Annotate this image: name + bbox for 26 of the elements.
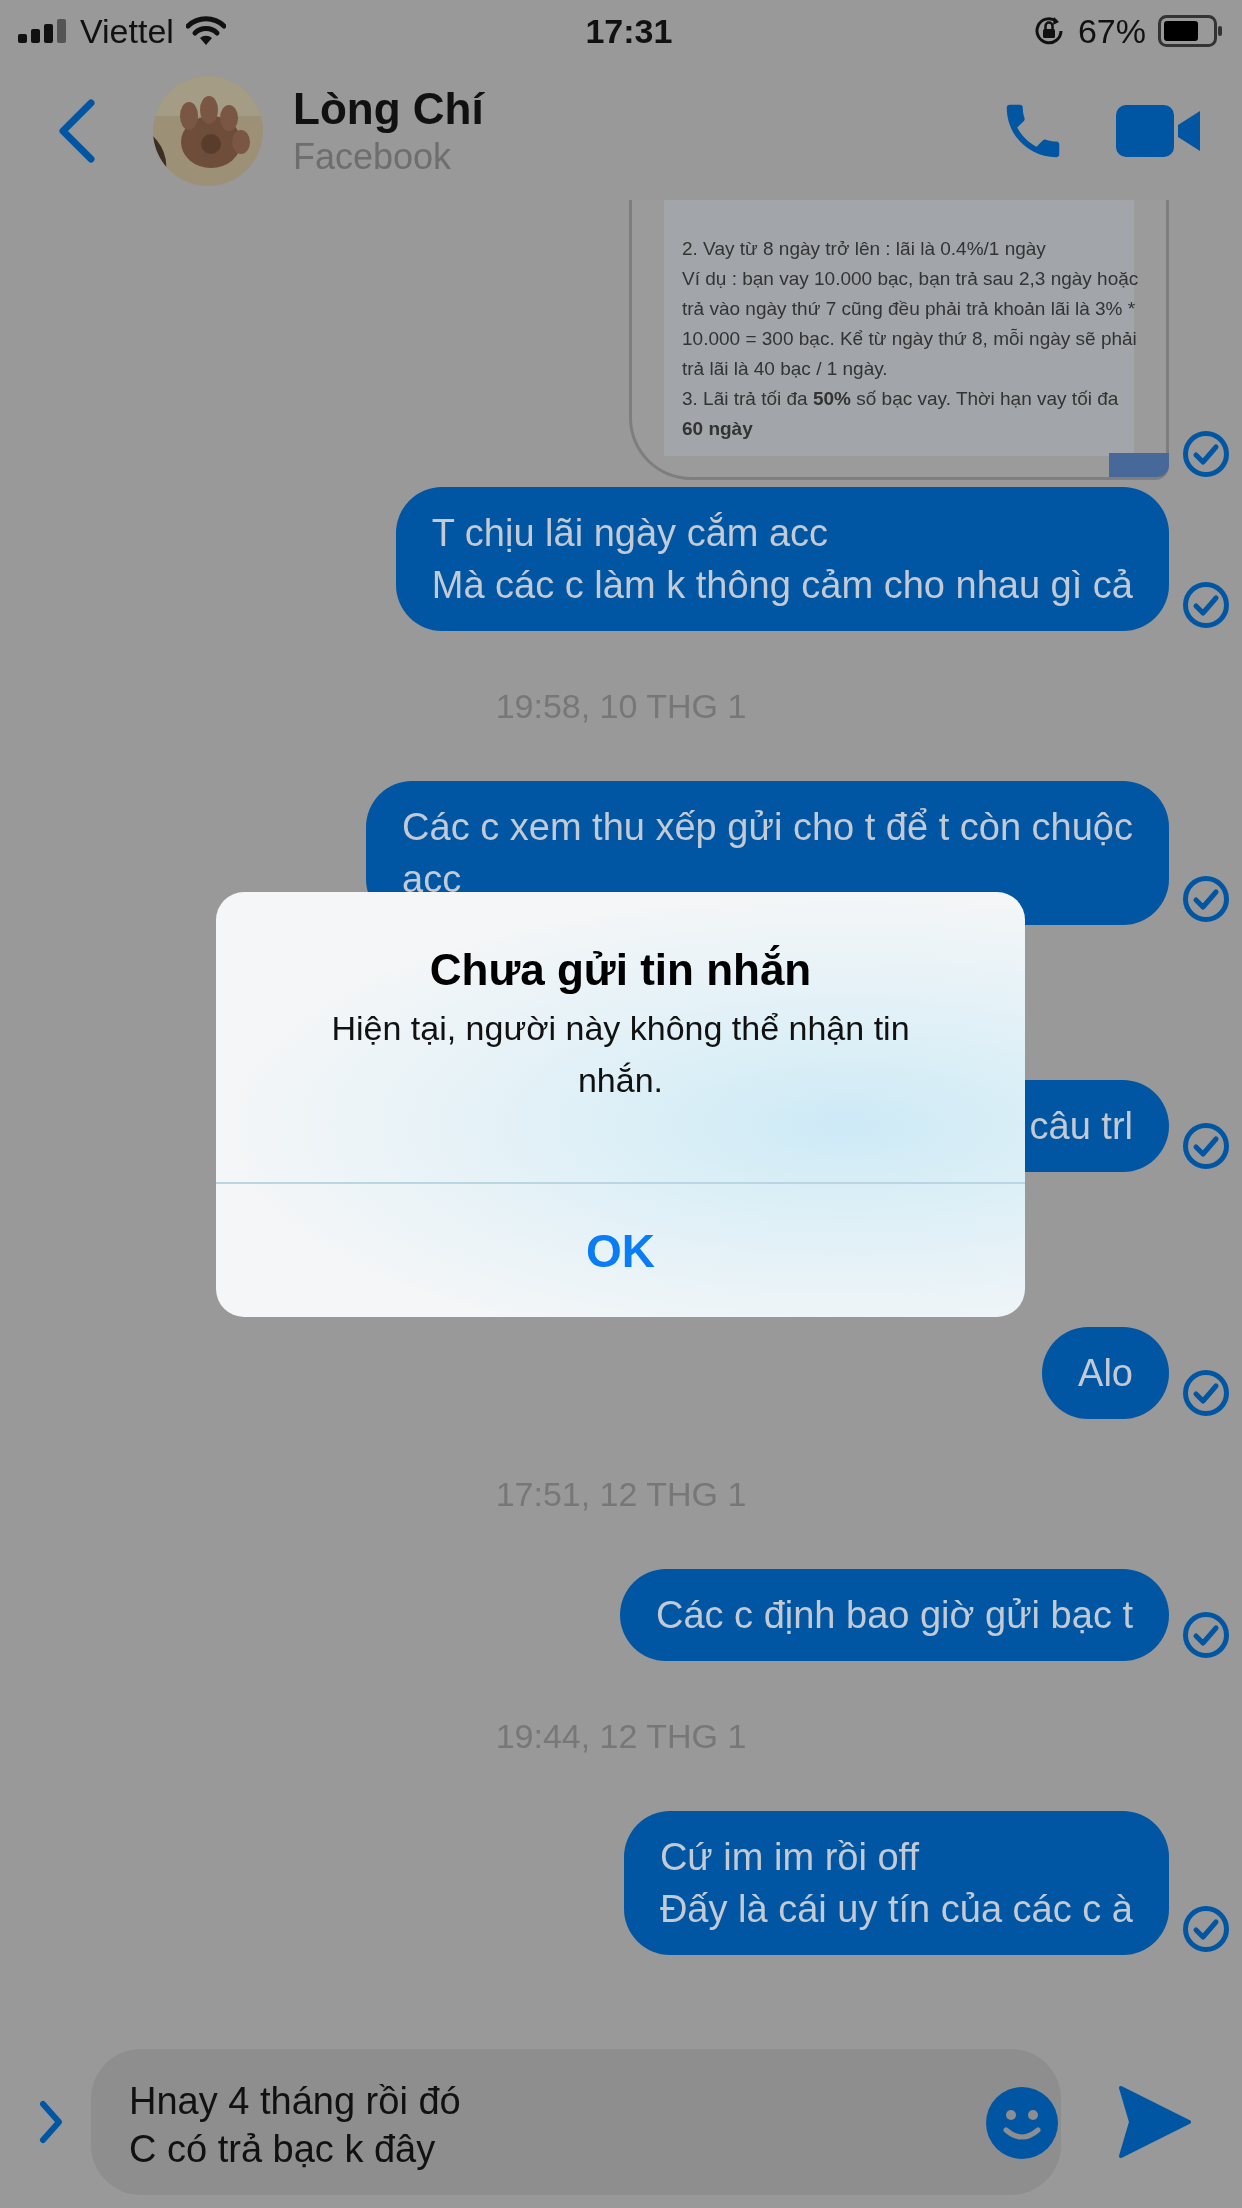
attachment-text: 10.000 = 300 bạc. Kể từ ngày thứ 8, mỗi ngày sẽ phải	[682, 327, 1134, 351]
alert-title: Chưa gửi tin nhắn	[429, 944, 812, 996]
screenshot-attachment[interactable]	[629, 200, 1169, 480]
battery-icon	[1158, 15, 1224, 47]
attachment-text: 60 ngày	[682, 417, 754, 441]
attachment-text: trả vào ngày thứ 7 cũng đều phải trả khoản lãi là 3% *	[682, 297, 1134, 321]
attachment-corner-tab	[1109, 453, 1169, 477]
message-bubble[interactable]: Alo	[1042, 1327, 1169, 1419]
signal-icon	[18, 19, 68, 43]
message-bubble[interactable]: Các c định bao giờ gửi bạc t	[619, 1569, 1169, 1661]
message-input-field[interactable]: Hnay 4 tháng rồi đó C có trả bạc k đây	[91, 2049, 1061, 2195]
attachment-text: 2. Vay từ 8 ngày trở lên : lãi là 0.4%/1 ngày	[682, 237, 1047, 261]
attachment-text: trả lãi là 40 bạc / 1 ngày.	[682, 357, 889, 381]
send-button[interactable]	[1117, 2086, 1191, 2158]
ok-button[interactable]: OK	[216, 1184, 1025, 1317]
battery-percent: 67%	[1077, 11, 1146, 51]
attachment-text: 3. Lãi trả tối đa 50% số bạc vay. Thời hạn vay tối đa	[682, 387, 1120, 411]
carrier-name: Viettel	[80, 11, 174, 51]
clock-time: 17:31	[585, 11, 673, 51]
message-bubble[interactable]: T chịu lãi ngày cắm acc Mà các c làm k thông cảm cho nhau gì cả	[395, 487, 1169, 631]
wifi-icon	[185, 16, 226, 46]
emoji-button[interactable]	[985, 2086, 1059, 2160]
expand-chevron-icon[interactable]	[38, 2099, 64, 2145]
message-bubble[interactable]: Cứ im im rồi off Đấy là cái uy tín của các c à	[623, 1811, 1169, 1955]
alert-message: Hiện tại, người này không thể nhận tin nhắn.	[330, 1008, 911, 1101]
contact-name: Lòng Chí	[293, 83, 486, 135]
